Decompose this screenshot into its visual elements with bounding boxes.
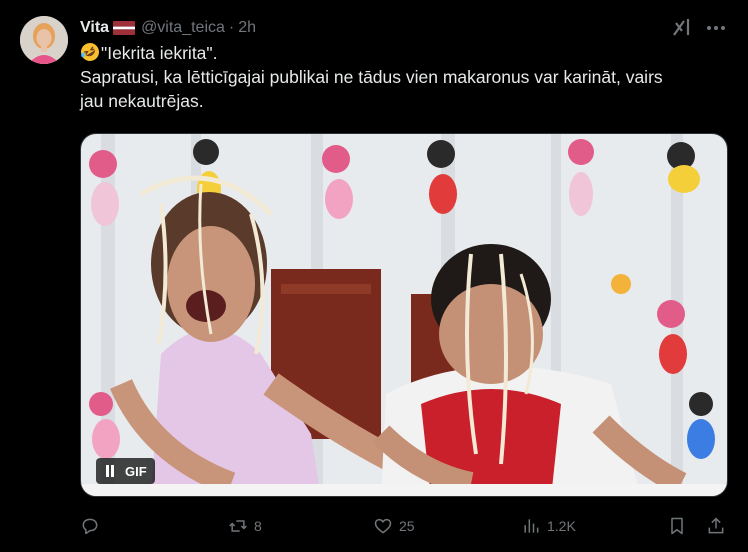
avatar-image xyxy=(20,16,68,64)
repost-count: 8 xyxy=(254,518,262,534)
action-bar: 8 25 1.2K xyxy=(80,512,728,540)
separator-dot: · xyxy=(228,19,235,36)
tweet-header: Vita @vita_teica · 2h xyxy=(80,17,256,39)
share-icon xyxy=(708,517,724,534)
rolling-on-floor-laughing-emoji xyxy=(80,42,100,62)
timestamp[interactable]: 2h xyxy=(238,19,256,37)
tweet-line-1-text: "Iekrita iekrita". xyxy=(101,43,218,63)
tweet-text: "Iekrita iekrita". Sapratusi, ka lētticī… xyxy=(80,41,730,113)
heart-icon xyxy=(374,518,392,534)
views-icon xyxy=(524,519,539,533)
bookmark-button[interactable] xyxy=(667,512,687,540)
repost-button[interactable]: 8 xyxy=(228,512,262,540)
pause-icon[interactable] xyxy=(104,465,116,477)
reply-button[interactable] xyxy=(80,512,106,540)
more-options-icon[interactable] xyxy=(704,17,728,39)
avatar[interactable] xyxy=(20,16,68,64)
tweet-line-3: jau nekautrējas. xyxy=(80,91,204,111)
tweet-line-1: "Iekrita iekrita". xyxy=(80,41,730,65)
repost-icon xyxy=(229,520,247,532)
reply-icon xyxy=(82,518,98,535)
tweet-line-2: Sapratusi, ka lētticīgajai publikai ne t… xyxy=(80,67,663,87)
bookmark-icon xyxy=(671,517,683,535)
like-button[interactable]: 25 xyxy=(373,512,415,540)
gif-badge[interactable]: GIF xyxy=(96,458,155,484)
latvia-flag-icon xyxy=(113,21,136,35)
views-count: 1.2K xyxy=(547,518,576,534)
share-button[interactable] xyxy=(706,512,726,540)
gif-label: GIF xyxy=(125,463,147,479)
grok-icon[interactable] xyxy=(671,16,693,38)
like-count: 25 xyxy=(399,518,415,534)
author-name[interactable]: Vita xyxy=(80,19,109,37)
views-button[interactable]: 1.2K xyxy=(521,512,576,540)
author-handle[interactable]: @vita_teica xyxy=(141,19,225,37)
gif-frame-image xyxy=(81,134,727,496)
gif-media[interactable]: GIF xyxy=(80,133,728,497)
